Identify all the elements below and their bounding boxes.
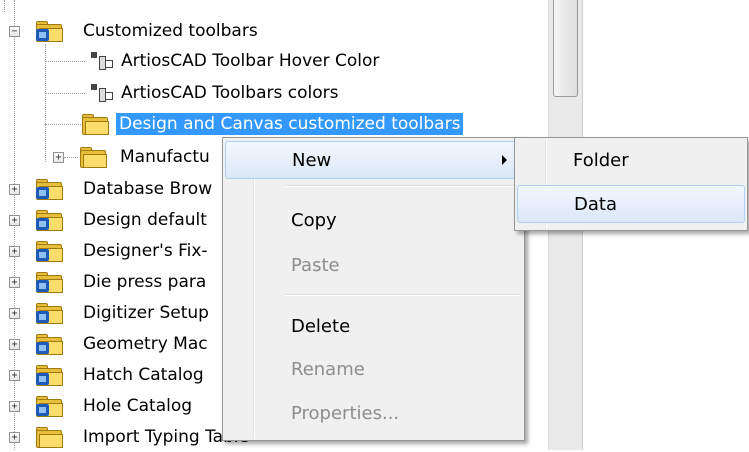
data-item-icon bbox=[90, 51, 113, 70]
special-folder-icon bbox=[36, 334, 63, 355]
open-folder-icon bbox=[82, 114, 109, 135]
tree-item-customized-toolbars[interactable]: Customized toolbars bbox=[0, 16, 548, 46]
expand-icon[interactable] bbox=[53, 152, 64, 163]
folder-icon bbox=[36, 427, 63, 448]
tree-item-label: Manufactu bbox=[120, 147, 210, 167]
tree-item-label: Hatch Catalog bbox=[83, 365, 204, 385]
tree-item-label: ArtiosCAD Toolbar Hover Color bbox=[121, 51, 380, 71]
tree-item-label: Digitizer Setup bbox=[83, 303, 209, 323]
special-folder-icon bbox=[36, 241, 63, 262]
menu-item-label: New bbox=[292, 149, 332, 171]
tree-item-label: Die press para bbox=[83, 272, 207, 292]
tree-item-label: Customized toolbars bbox=[83, 21, 258, 41]
menu-item-new[interactable]: New bbox=[225, 141, 522, 179]
special-folder-icon bbox=[36, 365, 63, 386]
menu-item-paste[interactable]: Paste bbox=[225, 246, 522, 284]
menu-separator bbox=[285, 294, 520, 296]
menu-separator bbox=[285, 185, 520, 187]
tree-item-label: Geometry Mac bbox=[83, 334, 208, 354]
tree-item-label: Designer's Fix- bbox=[83, 241, 208, 261]
folder-icon bbox=[80, 147, 107, 168]
menu-item-label: Paste bbox=[291, 254, 340, 276]
tree-item-design-canvas-toolbars[interactable]: Design and Canvas customized toolbars bbox=[0, 109, 548, 139]
expand-icon[interactable] bbox=[9, 277, 20, 288]
submenu-item-folder[interactable]: Folder bbox=[517, 141, 745, 179]
tree-item-label-selected: Design and Canvas customized toolbars bbox=[116, 113, 464, 135]
special-folder-icon bbox=[36, 21, 63, 42]
submenu-arrow-icon bbox=[502, 155, 507, 165]
collapse-icon[interactable] bbox=[9, 26, 20, 37]
special-folder-icon bbox=[36, 179, 63, 200]
menu-item-label: Folder bbox=[573, 149, 629, 171]
expand-icon[interactable] bbox=[9, 215, 20, 226]
tree-item-toolbars-colors[interactable]: ArtiosCAD Toolbars colors bbox=[0, 78, 548, 108]
expand-icon[interactable] bbox=[9, 401, 20, 412]
menu-item-label: Properties... bbox=[291, 402, 400, 424]
special-folder-icon bbox=[36, 272, 63, 293]
tree-item-label: Database Brow bbox=[83, 179, 213, 199]
tree-item-toolbar-hover-color[interactable]: ArtiosCAD Toolbar Hover Color bbox=[0, 46, 548, 76]
tree-item-label: Hole Catalog bbox=[83, 396, 193, 416]
special-folder-icon bbox=[36, 396, 63, 417]
expand-icon[interactable] bbox=[9, 370, 20, 381]
menu-item-properties[interactable]: Properties... bbox=[225, 394, 522, 432]
expand-icon[interactable] bbox=[9, 184, 20, 195]
menu-item-delete[interactable]: Delete bbox=[225, 307, 522, 345]
tree-item-label: ArtiosCAD Toolbars colors bbox=[121, 83, 339, 103]
menu-item-label: Copy bbox=[291, 209, 337, 231]
menu-item-label: Data bbox=[574, 193, 617, 215]
context-menu: New Copy Paste Delete Rename Properties.… bbox=[222, 137, 525, 441]
expand-icon[interactable] bbox=[9, 432, 20, 443]
new-submenu: Folder Data bbox=[514, 137, 748, 231]
tree-line bbox=[4, 0, 5, 12]
expand-icon[interactable] bbox=[9, 339, 20, 350]
menu-item-label: Rename bbox=[291, 358, 365, 380]
scrollbar-thumb[interactable] bbox=[553, 0, 578, 97]
special-folder-icon bbox=[36, 303, 63, 324]
special-folder-icon bbox=[36, 210, 63, 231]
expand-icon[interactable] bbox=[9, 246, 20, 257]
tree-item-label: Design default bbox=[83, 210, 207, 230]
expand-icon[interactable] bbox=[9, 308, 20, 319]
menu-item-label: Delete bbox=[291, 315, 351, 337]
menu-item-rename[interactable]: Rename bbox=[225, 350, 522, 388]
data-item-icon bbox=[90, 83, 113, 102]
submenu-item-data[interactable]: Data bbox=[517, 185, 745, 223]
menu-item-copy[interactable]: Copy bbox=[225, 201, 522, 239]
